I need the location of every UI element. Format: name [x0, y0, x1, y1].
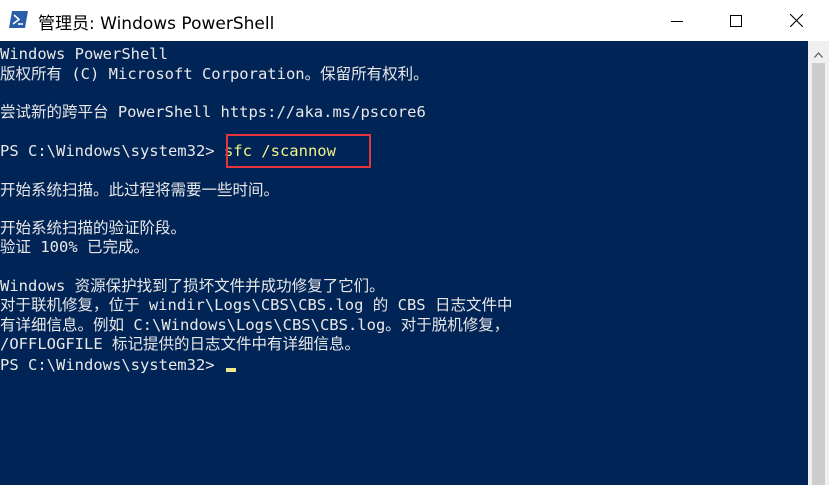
close-icon: [789, 14, 803, 27]
final-prompt-line: PS C:\Windows\system32>: [0, 355, 236, 375]
prompt-text: PS C:\Windows\system32>: [0, 356, 224, 374]
maximize-icon: [730, 14, 742, 27]
chevron-up-icon: [814, 43, 823, 62]
console-line: Windows 资源保护找到了损坏文件并成功修复了它们。: [0, 277, 385, 295]
console-line: 有详细信息。例如 C:\Windows\Logs\CBS\CBS.log。对于脱…: [0, 316, 510, 334]
scroll-up-button[interactable]: [808, 43, 829, 61]
title-bar[interactable]: 管理员: Windows PowerShell: [0, 0, 829, 41]
console-line: 验证 100% 已完成。: [0, 238, 149, 256]
command-highlight-box: [226, 134, 371, 168]
console-line: 对于联机修复，位于 windir\Logs\CBS\CBS.log 的 CBS …: [0, 296, 513, 314]
console-line: /OFFLOGFILE 标记提供的日志文件中有详细信息。: [0, 335, 360, 353]
maximize-button[interactable]: [706, 0, 766, 41]
minimize-icon: [671, 15, 683, 27]
text-cursor: [225, 368, 236, 372]
console-line: Windows PowerShell: [0, 45, 168, 63]
window-title: 管理员: Windows PowerShell: [38, 14, 275, 34]
minimize-button[interactable]: [647, 0, 707, 41]
scrollbar-thumb[interactable]: [812, 63, 825, 485]
powershell-window: 管理员: Windows PowerShell Windows PowerShe…: [0, 0, 829, 485]
console-line: 尝试新的跨平台 PowerShell https://aka.ms/pscore…: [0, 103, 426, 121]
vertical-scrollbar[interactable]: [808, 41, 829, 485]
console-line: 开始系统扫描的验证阶段。: [0, 219, 187, 237]
powershell-icon: [9, 11, 28, 28]
console-line: 开始系统扫描。此过程将需要一些时间。: [0, 181, 280, 199]
close-button[interactable]: [766, 0, 826, 41]
console-output[interactable]: Windows PowerShell 版权所有 (C) Microsoft Co…: [0, 41, 808, 485]
console-line: 版权所有 (C) Microsoft Corporation。保留所有权利。: [0, 65, 429, 83]
prompt-text: PS C:\Windows\system32>: [0, 142, 224, 160]
